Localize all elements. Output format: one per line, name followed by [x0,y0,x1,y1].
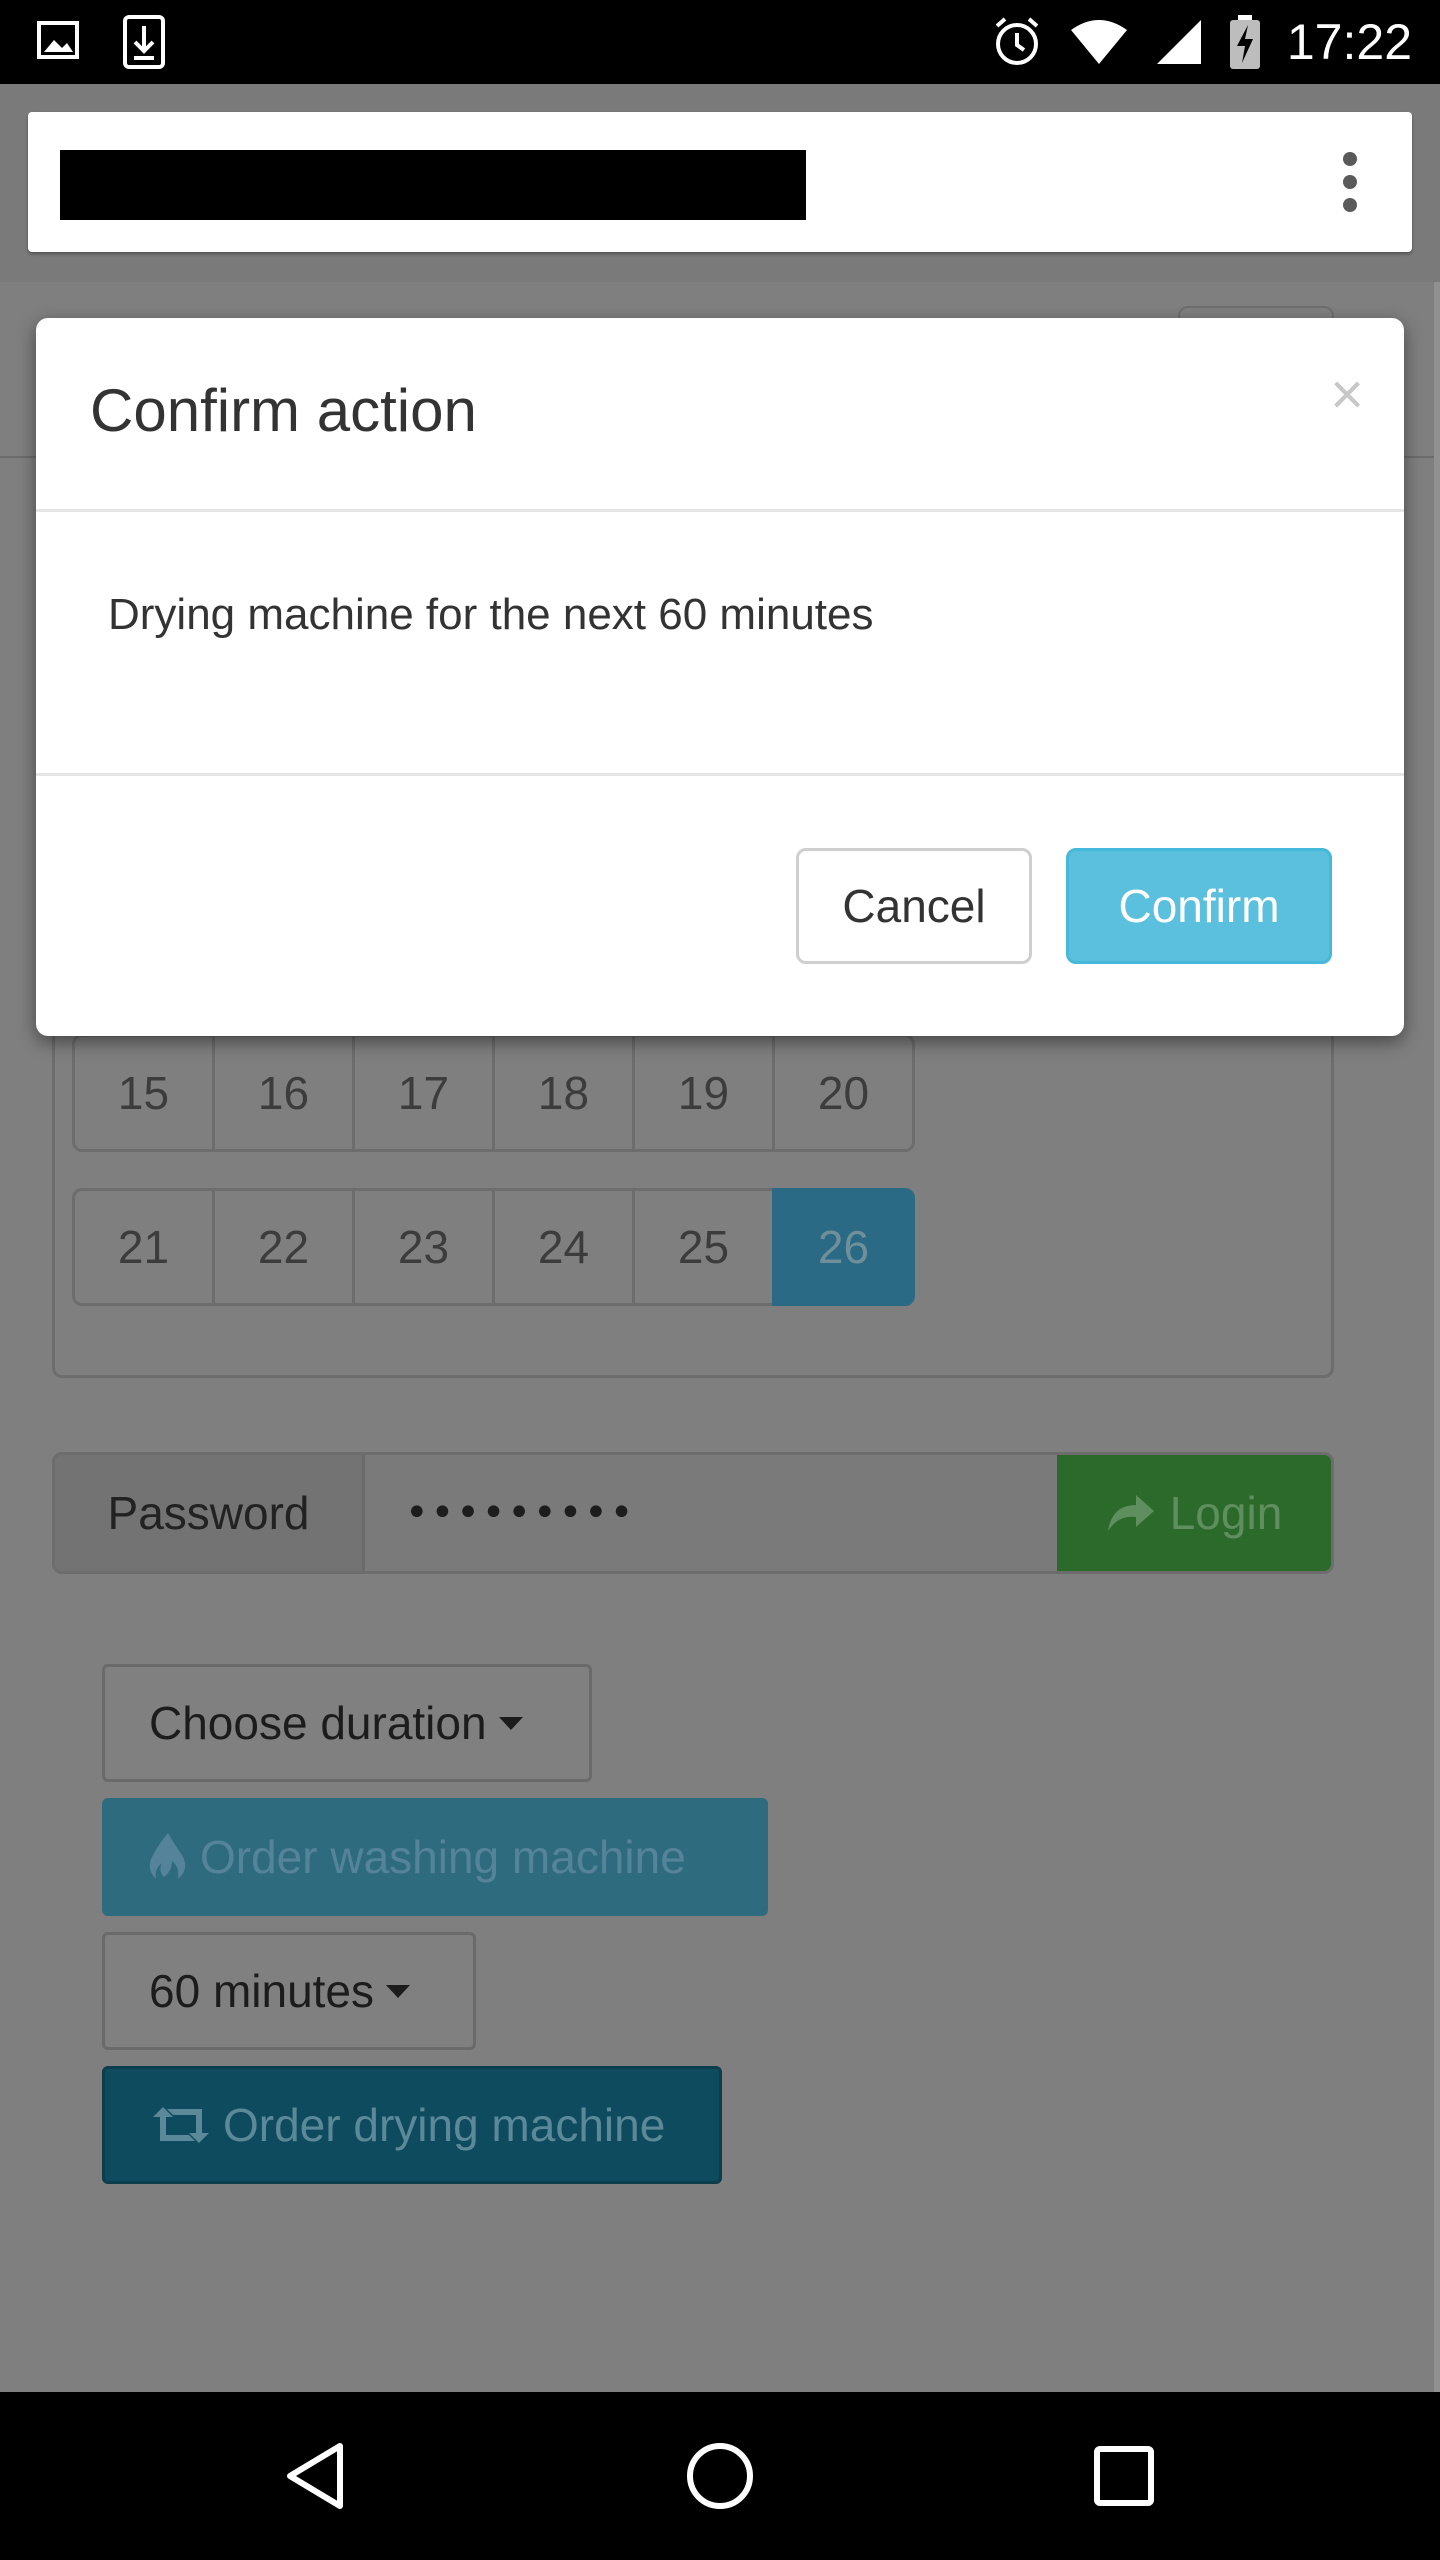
login-button-label: Login [1169,1487,1283,1539]
battery-charging-icon [1229,15,1260,69]
retweet-icon [153,2107,209,2143]
calendar-day[interactable]: 25 [632,1188,775,1306]
order-drying-machine-label: Order drying machine [223,2099,666,2151]
modal-title: Confirm action [90,377,477,444]
washing-duration-label: Choose duration [149,1697,487,1749]
fire-icon [149,1833,186,1879]
order-drying-machine-button[interactable]: Order drying machine [102,2066,722,2184]
cancel-button[interactable]: Cancel [796,848,1032,964]
clock: 17:22 [1286,14,1412,70]
washing-duration-dropdown[interactable]: Choose duration [102,1664,592,1782]
password-label: Password [55,1455,365,1571]
calendar-day[interactable]: 22 [212,1188,355,1306]
calendar-day[interactable]: 24 [492,1188,635,1306]
modal-header: Confirm action × [36,318,1404,512]
order-washing-machine-button[interactable]: Order washing machine [102,1798,768,1916]
url-redacted [60,150,806,220]
calendar-day[interactable]: 20 [772,1034,915,1152]
page-edge [1434,282,1440,2392]
more-vert-icon[interactable] [1340,152,1360,212]
recents-icon[interactable] [1084,2436,1164,2516]
calendar-row: 21 22 23 24 25 26 [72,1188,915,1306]
calendar-day-selected[interactable]: 26 [772,1188,915,1306]
share-arrow-icon [1107,1495,1154,1531]
drying-duration-label: 60 minutes [149,1965,375,2017]
signal-icon [1156,20,1201,64]
download-icon [123,15,165,69]
modal-message: Drying machine for the next 60 minutes [108,590,874,639]
calendar-day[interactable]: 21 [72,1188,215,1306]
navigation-bar [0,2392,1440,2560]
home-icon[interactable] [680,2436,760,2516]
caret-down-icon [386,1984,411,1998]
drying-duration-dropdown[interactable]: 60 minutes [102,1932,476,2050]
browser-toolbar [0,84,1440,282]
image-icon [37,21,79,59]
calendar-day[interactable]: 23 [352,1188,495,1306]
confirm-button[interactable]: Confirm [1066,848,1332,964]
calendar-day[interactable]: 19 [632,1034,775,1152]
calendar-day[interactable]: 18 [492,1034,635,1152]
status-bar: 17:22 [0,0,1440,84]
alarm-icon [995,17,1039,65]
calendar-day[interactable]: 15 [72,1034,215,1152]
wifi-icon [1070,20,1127,64]
url-bar[interactable] [28,112,1412,252]
modal-body: Drying machine for the next 60 minutes [36,512,1404,776]
back-icon[interactable] [276,2436,356,2516]
order-washing-machine-label: Order washing machine [200,1831,686,1883]
calendar-row: 15 16 17 18 19 20 [72,1034,915,1152]
close-icon[interactable]: × [1330,366,1364,424]
password-input[interactable]: ••••••••• [365,1455,1057,1571]
confirm-modal: Confirm action × Drying machine for the … [36,318,1404,1036]
login-button[interactable]: Login [1057,1455,1331,1571]
caret-down-icon [498,1716,523,1730]
calendar-day[interactable]: 17 [352,1034,495,1152]
calendar-day[interactable]: 16 [212,1034,355,1152]
password-group: Password ••••••••• Login [52,1452,1334,1574]
